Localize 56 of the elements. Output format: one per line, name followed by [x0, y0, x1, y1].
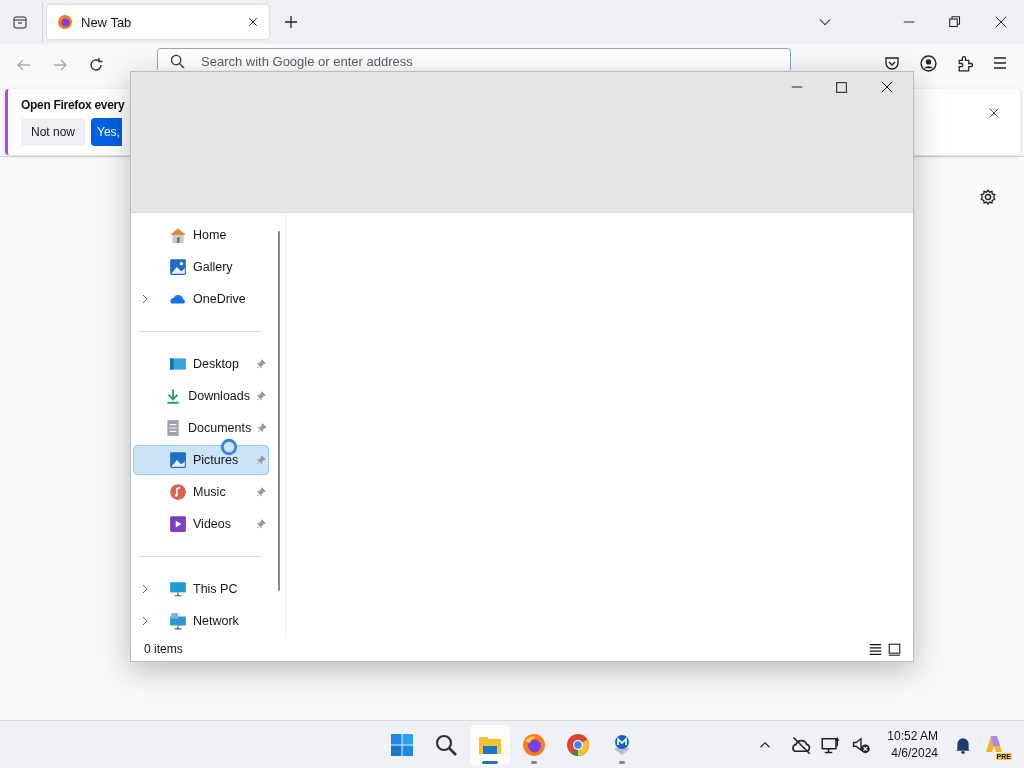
firefox-icon — [522, 732, 546, 757]
maximize-icon — [836, 81, 847, 93]
nav-item[interactable]: Pictures — [133, 445, 269, 475]
close-icon — [880, 81, 893, 93]
dismiss-button[interactable]: Not now — [21, 118, 86, 146]
nav-item[interactable]: Documents — [133, 413, 269, 443]
search-icon — [434, 732, 458, 757]
menu-icon — [992, 55, 1008, 71]
nav-item[interactable]: Videos — [133, 509, 269, 539]
details-view-button[interactable] — [869, 642, 882, 656]
video-icon — [169, 515, 187, 533]
image-icon — [169, 258, 187, 276]
restore-icon — [949, 16, 961, 28]
image-icon — [169, 451, 187, 469]
browser-tab[interactable]: New Tab — [47, 5, 269, 39]
desktop-icon — [169, 355, 187, 373]
nav-item[interactable]: Music — [133, 477, 269, 507]
item-count: 0 items — [144, 642, 183, 656]
busy-cursor-icon — [220, 438, 238, 456]
settings-icon — [979, 188, 997, 206]
monitor-icon — [169, 580, 187, 598]
document-icon — [164, 419, 182, 437]
tiles-view-button[interactable] — [888, 642, 901, 656]
network-icon — [169, 612, 187, 630]
address-field[interactable]: Search with Google or enter address — [157, 48, 791, 70]
arrow-right-icon — [52, 57, 68, 73]
nav-item[interactable]: Home — [133, 220, 269, 250]
confirm-button[interactable]: Yes, — [91, 118, 122, 146]
arrow-left-icon — [16, 57, 32, 73]
notification-message: Open Firefox every — [21, 98, 125, 112]
list-view-icon — [869, 642, 882, 656]
reload-icon — [88, 57, 104, 73]
close-icon — [247, 16, 259, 28]
account-icon — [919, 54, 937, 72]
taskbar-app[interactable] — [470, 724, 510, 765]
firefox-icon — [57, 14, 73, 30]
nav-item[interactable]: OneDrive — [133, 284, 269, 314]
tab-list-icon — [12, 14, 28, 30]
cloud-offline-icon — [791, 734, 812, 755]
search-icon — [170, 54, 185, 69]
nav-item[interactable]: This PC — [133, 574, 269, 604]
close-icon — [995, 16, 1007, 28]
chrome-icon — [566, 732, 590, 757]
nav-item[interactable]: Network — [133, 606, 269, 636]
bell-icon — [954, 735, 972, 754]
music-icon — [169, 483, 187, 501]
plus-icon — [283, 14, 299, 30]
tile-view-icon — [888, 642, 901, 656]
nav-item[interactable]: Desktop — [133, 349, 269, 379]
pocket-icon — [884, 55, 900, 71]
windows-logo-icon — [390, 732, 414, 757]
home-icon — [169, 226, 187, 244]
close-icon — [989, 108, 999, 118]
clock[interactable]: 10:52 AM 4/6/2024 — [881, 727, 944, 762]
nav-item[interactable]: Downloads — [133, 381, 269, 411]
nav-item[interactable]: Gallery — [133, 252, 269, 282]
